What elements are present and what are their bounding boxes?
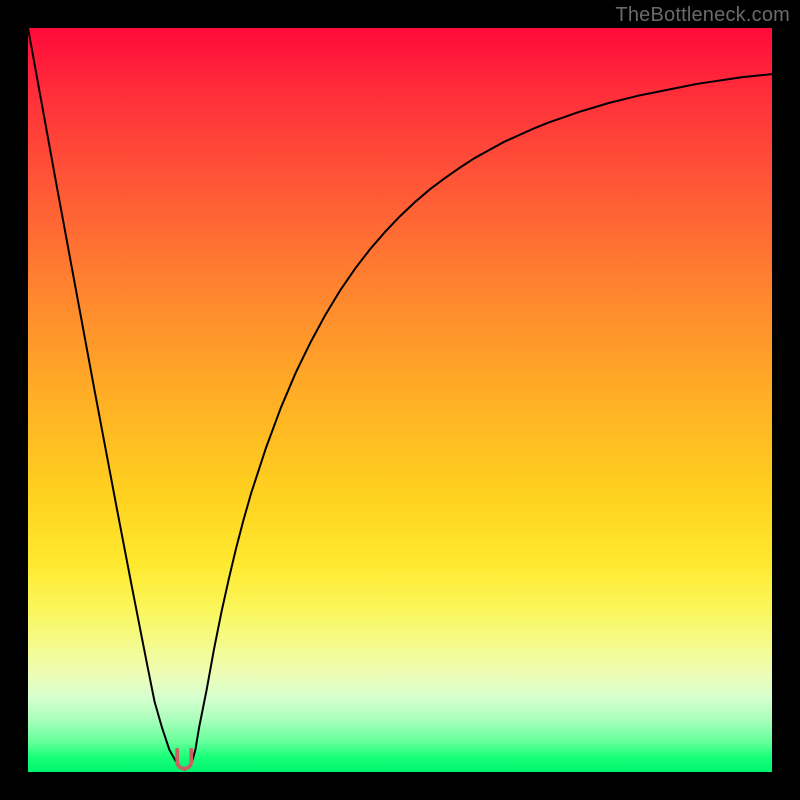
chart-frame: TheBottleneck.com	[0, 0, 800, 800]
watermark-text: TheBottleneck.com	[615, 4, 790, 27]
chart-svg	[28, 28, 772, 772]
plot-area	[28, 28, 772, 772]
series-left-branch	[28, 28, 184, 770]
bottleneck-curve	[28, 28, 772, 770]
series-right-branch	[184, 74, 772, 770]
minimum-marker	[175, 748, 193, 770]
u-marker-icon	[175, 748, 193, 770]
